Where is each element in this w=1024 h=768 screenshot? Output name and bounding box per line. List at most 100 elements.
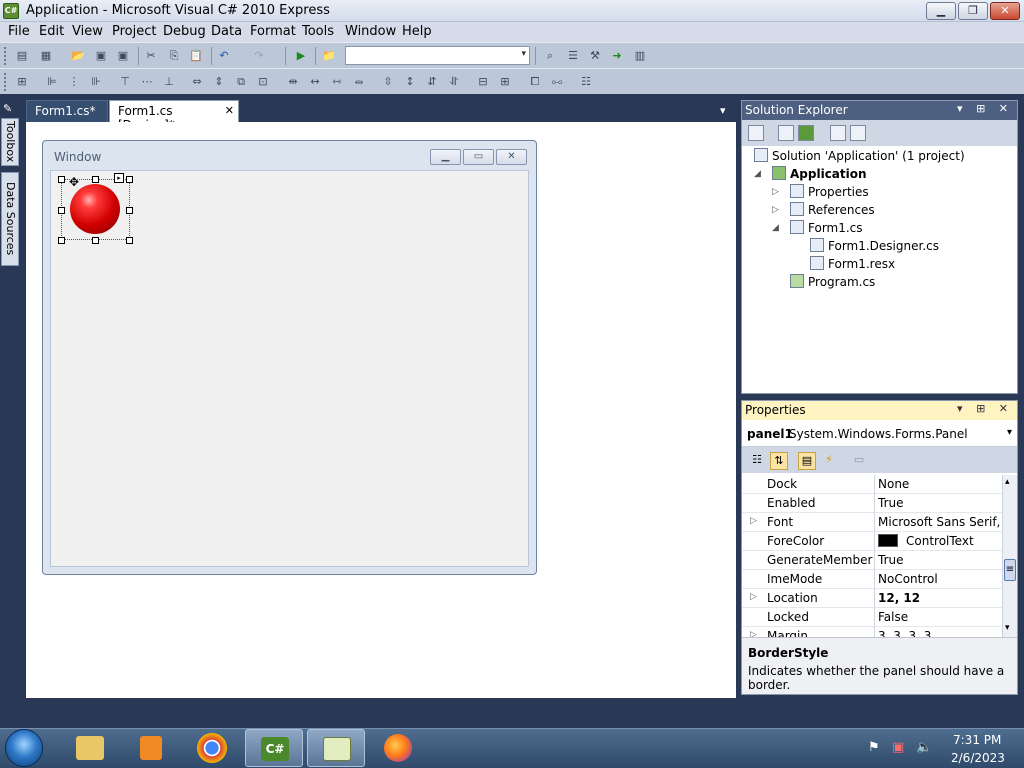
save-all-icon[interactable]: ▣: [115, 48, 131, 64]
tab-dropdown-icon[interactable]: ▾: [720, 104, 726, 117]
property-value[interactable]: True: [878, 496, 1002, 510]
menu-window[interactable]: Window: [345, 24, 396, 39]
property-row[interactable]: ▷ Font Microsoft Sans Serif, 8.2: [742, 513, 1002, 532]
menu-edit[interactable]: Edit: [39, 24, 64, 39]
alphabetical-icon[interactable]: ⇅: [770, 452, 788, 470]
align-lefts-icon[interactable]: ⊫: [44, 74, 60, 90]
remove-horizontal-spacing-icon[interactable]: ⥈: [351, 74, 367, 90]
expander-icon[interactable]: ▷: [772, 187, 779, 197]
menu-project[interactable]: Project: [112, 24, 156, 39]
center-vertically-icon[interactable]: ⊞: [497, 74, 513, 90]
cut-icon[interactable]: ✂: [143, 48, 159, 64]
taskbar-firefox[interactable]: [369, 729, 427, 767]
same-width-icon[interactable]: ⇔: [189, 74, 205, 90]
show-all-files-icon[interactable]: [778, 125, 794, 141]
property-pages-icon[interactable]: ▭: [850, 452, 868, 470]
property-value[interactable]: None: [878, 477, 1002, 491]
size-to-grid-icon[interactable]: ⊡: [255, 74, 271, 90]
expander-icon[interactable]: ▷: [750, 516, 757, 526]
expander-icon[interactable]: ◢: [772, 223, 779, 233]
menu-view[interactable]: View: [72, 24, 103, 39]
resize-handle[interactable]: [126, 176, 133, 183]
menu-file[interactable]: File: [8, 24, 30, 39]
undo-icon[interactable]: ↶: [216, 48, 232, 64]
start-debug-icon[interactable]: ▶: [293, 48, 309, 64]
refresh-icon[interactable]: [798, 125, 814, 141]
tree-item-form1-designer[interactable]: Form1.Designer.cs: [810, 238, 939, 253]
tab-order-icon[interactable]: ☷: [578, 74, 594, 90]
tree-item-solution[interactable]: Solution 'Application' (1 project): [754, 148, 965, 163]
volume-icon[interactable]: 🔈: [916, 740, 932, 755]
pane-buttons[interactable]: ▾ ⊞ ✕: [957, 102, 1013, 115]
taskbar-graph-app[interactable]: [307, 729, 365, 767]
property-value[interactable]: NoControl: [878, 572, 1002, 586]
config-combo[interactable]: ▾: [345, 46, 530, 65]
resize-handle[interactable]: [92, 176, 99, 183]
align-tops-icon[interactable]: ⊤: [117, 74, 133, 90]
property-row[interactable]: Locked False: [742, 608, 1002, 627]
property-row[interactable]: ImeMode NoControl: [742, 570, 1002, 589]
align-middles-icon[interactable]: ⋯: [139, 74, 155, 90]
vertical-spacing-icon[interactable]: ⇳: [380, 74, 396, 90]
property-row[interactable]: Enabled True: [742, 494, 1002, 513]
start-button[interactable]: [5, 729, 43, 767]
close-button[interactable]: ✕: [990, 2, 1020, 20]
tree-item-references[interactable]: References: [790, 202, 875, 217]
send-to-back-icon[interactable]: ⧟: [549, 74, 565, 90]
align-bottoms-icon[interactable]: ⊥: [161, 74, 177, 90]
toolbar-grip[interactable]: [4, 73, 7, 91]
property-value[interactable]: True: [878, 553, 1002, 567]
maximize-button[interactable]: ❐: [958, 2, 988, 20]
object-browser-icon[interactable]: ➜: [609, 48, 625, 64]
resize-handle[interactable]: [58, 176, 65, 183]
tree-item-form1-cs[interactable]: Form1.cs: [790, 220, 863, 235]
scroll-thumb[interactable]: ≡: [1004, 559, 1016, 581]
expander-icon[interactable]: ◢: [754, 169, 761, 179]
property-row[interactable]: Dock None: [742, 475, 1002, 494]
align-to-grid-icon[interactable]: ⊞: [14, 74, 30, 90]
resize-handle[interactable]: [58, 237, 65, 244]
properties-icon[interactable]: [748, 125, 764, 141]
toolbox-tab[interactable]: Toolbox: [1, 118, 19, 166]
increase-horizontal-spacing-icon[interactable]: ↔: [307, 74, 323, 90]
resize-handle[interactable]: [126, 237, 133, 244]
tab-form1-cs[interactable]: Form1.cs*: [26, 100, 108, 122]
new-project-icon[interactable]: ▤: [14, 48, 30, 64]
close-icon[interactable]: ✕: [225, 104, 234, 117]
copy-icon[interactable]: ⎘: [166, 48, 182, 64]
menu-tools[interactable]: Tools: [302, 24, 334, 39]
center-horizontally-icon[interactable]: ⊟: [475, 74, 491, 90]
properties-icon[interactable]: ☰: [565, 48, 581, 64]
menu-debug[interactable]: Debug: [163, 24, 206, 39]
find-in-files-icon[interactable]: 📁: [321, 48, 337, 64]
pane-buttons[interactable]: ▾ ⊞ ✕: [957, 402, 1013, 415]
network-icon[interactable]: ▣: [892, 740, 904, 755]
scroll-up-icon[interactable]: ▴: [1005, 477, 1010, 487]
increase-vertical-spacing-icon[interactable]: ↕: [402, 74, 418, 90]
categorized-icon[interactable]: ☷: [748, 452, 766, 470]
add-item-icon[interactable]: ▦: [38, 48, 54, 64]
property-row[interactable]: GenerateMember True: [742, 551, 1002, 570]
taskbar-chrome[interactable]: [183, 729, 241, 767]
tree-item-form1-resx[interactable]: Form1.resx: [810, 256, 895, 271]
taskbar-visual-csharp[interactable]: C#: [245, 729, 303, 767]
properties-icon[interactable]: ▤: [798, 452, 816, 470]
scroll-down-icon[interactable]: ▾: [1005, 623, 1010, 633]
property-row[interactable]: ForeColor ControlText: [742, 532, 1002, 551]
tree-item-application[interactable]: Application: [772, 166, 867, 181]
pin-icon[interactable]: ✎: [3, 102, 12, 115]
property-row[interactable]: ▷ Margin 3, 3, 3, 3: [742, 627, 1002, 637]
property-value[interactable]: Microsoft Sans Serif, 8.2: [878, 515, 1002, 529]
events-icon[interactable]: ⚡: [820, 452, 838, 470]
decrease-horizontal-spacing-icon[interactable]: ⇿: [329, 74, 345, 90]
resize-handle[interactable]: [92, 237, 99, 244]
tab-form1-design[interactable]: Form1.cs [Design]*✕: [109, 100, 239, 132]
clock-time[interactable]: 7:31 PM: [953, 733, 1001, 747]
property-value[interactable]: False: [878, 610, 1002, 624]
minimize-button[interactable]: ▁: [926, 2, 956, 20]
chevron-down-icon[interactable]: ▾: [1007, 427, 1012, 438]
resize-handle[interactable]: [58, 207, 65, 214]
property-grid-scrollbar[interactable]: ▴ ≡ ▾: [1002, 475, 1017, 637]
expander-icon[interactable]: ▷: [750, 592, 757, 602]
property-value[interactable]: 12, 12: [878, 591, 1002, 605]
